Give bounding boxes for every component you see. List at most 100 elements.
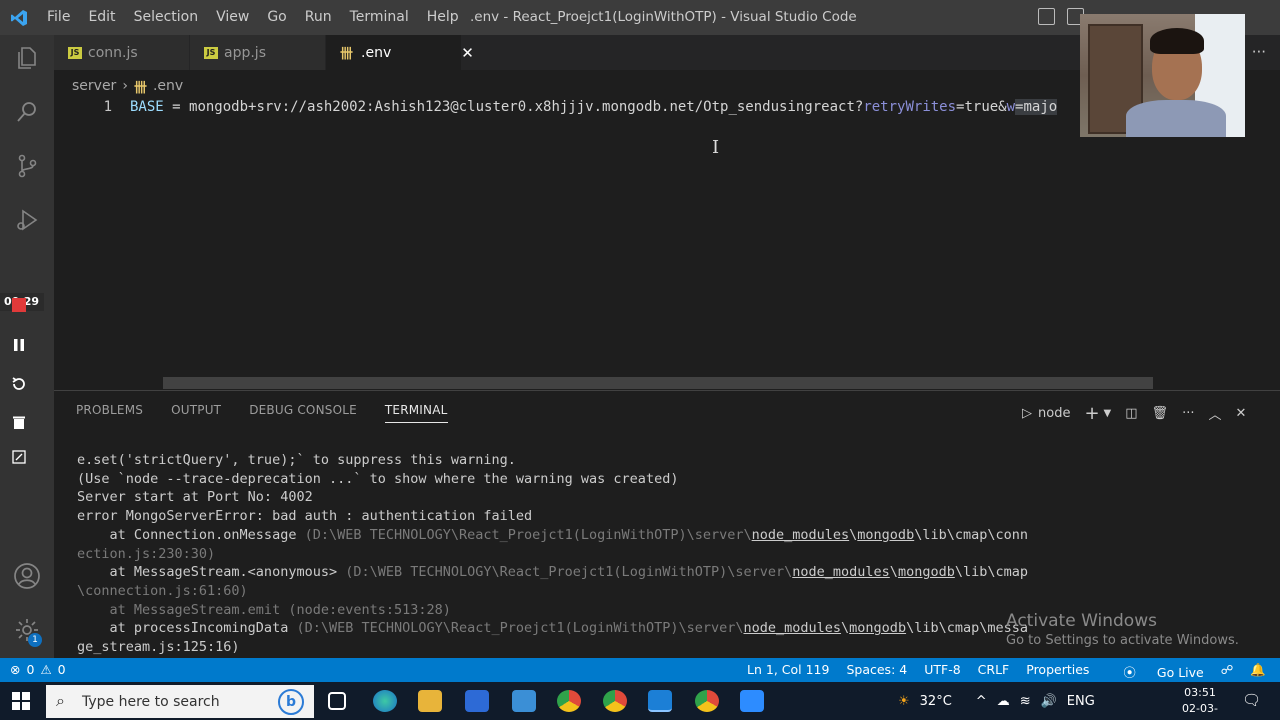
language-mode[interactable]: Properties (1026, 662, 1089, 681)
terminal-line: e.set('strictQuery', true);` to suppress… (77, 452, 516, 468)
explorer-icon[interactable] (12, 43, 42, 73)
windows-start-icon[interactable] (12, 692, 30, 710)
line-ending[interactable]: CRLF (978, 662, 1010, 681)
close-icon[interactable]: ✕ (461, 44, 474, 62)
status-problems[interactable]: ⊗ 0 ⚠ 0 (10, 662, 66, 677)
chevron-down-icon[interactable]: ▼ (1104, 408, 1112, 419)
menu-view[interactable]: View (207, 0, 258, 35)
chevron-right-icon: › (122, 78, 128, 94)
chrome-profile-icon[interactable] (603, 690, 627, 712)
watermark-subtitle: Go to Settings to activate Windows. (1006, 633, 1239, 648)
record-pause-icon[interactable] (8, 334, 30, 356)
menu-edit[interactable]: Edit (79, 0, 124, 35)
env-param-retrywrites: retryWrites (863, 99, 957, 115)
stack-line: \connection.js:61:60) (77, 582, 248, 599)
weather-temp[interactable]: 32°C (920, 694, 952, 709)
toggle-sidebar-icon[interactable] (1038, 8, 1055, 25)
search-placeholder: Type here to search (82, 693, 220, 710)
terminal-output[interactable]: e.set('strictQuery', true);` to suppress… (77, 451, 1077, 657)
breadcrumb-file[interactable]: .env (153, 78, 183, 94)
vscode-screen: File Edit Selection View Go Run Terminal… (0, 0, 1280, 720)
tab-app-js[interactable]: JS app.js (190, 35, 326, 70)
code-editor[interactable]: 1 BASE = mongodb+srv://ash2002:Ashish123… (54, 96, 1280, 389)
kill-terminal-icon[interactable]: 🗑 (1152, 406, 1169, 421)
chrome-window-icon[interactable] (695, 690, 719, 712)
tab-debug-console[interactable]: DEBUG CONSOLE (249, 403, 357, 423)
go-live-label: Go Live (1156, 665, 1204, 680)
menu-selection[interactable]: Selection (125, 0, 208, 35)
env-value: mongodb+srv://ash2002:Ashish123@cluster0… (189, 99, 864, 115)
mail-icon[interactable] (512, 690, 536, 712)
tab-label: .env (361, 44, 392, 61)
source-control-icon[interactable] (12, 151, 42, 181)
taskbar-search-input[interactable]: ⌕ Type here to search b (46, 685, 314, 718)
env-param-w-value: majo (1023, 99, 1058, 115)
indentation[interactable]: Spaces: 4 (846, 662, 907, 681)
maximize-panel-icon[interactable]: ︿ (1208, 404, 1221, 423)
volume-icon[interactable]: 🔊 (1041, 694, 1057, 709)
menu-go[interactable]: Go (258, 0, 295, 35)
microsoft-store-icon[interactable] (465, 690, 489, 712)
cloud-icon: ☁ (996, 693, 1010, 709)
code-line[interactable]: BASE = mongodb+srv://ash2002:Ashish123@c… (130, 99, 1080, 115)
tab-problems[interactable]: PROBLEMS (76, 403, 143, 423)
webcam-person-hair (1150, 28, 1204, 54)
search-icon[interactable] (12, 97, 42, 127)
record-stop-icon[interactable] (8, 294, 30, 316)
record-draw-icon[interactable] (8, 446, 30, 468)
vscode-taskbar-icon[interactable] (648, 690, 672, 712)
more-actions-icon[interactable]: ··· (1182, 406, 1194, 421)
zoom-icon[interactable] (740, 690, 764, 712)
tab-conn-js[interactable]: JS conn.js (54, 35, 190, 70)
menu-terminal[interactable]: Terminal (341, 0, 418, 35)
menu-file[interactable]: File (38, 0, 79, 35)
menu-help[interactable]: Help (418, 0, 468, 35)
notifications-bell-icon[interactable]: 🔔 (1250, 662, 1266, 681)
tab-label: conn.js (88, 44, 138, 61)
stack-line: at Connection.onMessage (D:\WEB TECHNOLO… (77, 526, 1029, 543)
taskbar-clock[interactable]: 03:51 02-03-2023 (1170, 685, 1230, 720)
split-terminal-icon[interactable]: ◫ (1125, 406, 1137, 421)
warning-count: 0 (57, 662, 66, 677)
menu-run[interactable]: Run (296, 0, 341, 35)
terminal-name[interactable]: node (1038, 406, 1070, 421)
error-count: 0 (26, 662, 35, 677)
account-icon[interactable] (12, 561, 42, 591)
settings-update-badge: 1 (28, 633, 42, 647)
panel-actions: ▷ node + ▼ ◫ 🗑 ··· ︿ ✕ (1022, 403, 1246, 424)
stack-line: at processIncomingData (D:\WEB TECHNOLOG… (77, 620, 1029, 637)
clock-date: 02-03-2023 (1182, 702, 1218, 720)
feedback-icon[interactable]: ☍ (1221, 662, 1234, 681)
record-restart-icon[interactable] (8, 373, 30, 395)
file-explorer-icon[interactable] (418, 690, 442, 712)
close-icon[interactable]: ✕ (1235, 406, 1246, 421)
breadcrumb-folder[interactable]: server (72, 78, 116, 94)
edge-browser-icon[interactable] (373, 690, 397, 712)
mouse-ibeam-cursor: I (712, 137, 720, 158)
error-icon: ⊗ (10, 662, 21, 677)
bottom-panel: PROBLEMS OUTPUT DEBUG CONSOLE TERMINAL ▷… (54, 390, 1280, 658)
chrome-icon[interactable] (557, 690, 581, 712)
tab-env[interactable]: 卌 .env ✕ (326, 35, 474, 70)
more-actions-icon[interactable]: ··· (1252, 43, 1266, 61)
wifi-icon[interactable]: ≋ (1020, 694, 1031, 709)
language-indicator[interactable]: ENG (1067, 694, 1095, 709)
layout-controls (1038, 8, 1084, 25)
cursor-position[interactable]: Ln 1, Col 119 (747, 662, 829, 681)
window-title: .env - React_Proejct1(LoginWithOTP) - Vi… (470, 9, 857, 25)
bing-icon[interactable]: b (278, 689, 304, 715)
chevron-up-icon[interactable]: ^ (976, 694, 987, 709)
run-debug-icon[interactable] (12, 205, 42, 235)
js-file-icon: JS (204, 46, 218, 59)
task-view-icon[interactable] (328, 692, 346, 710)
new-terminal-icon[interactable]: + (1084, 403, 1099, 424)
stack-line: ge_stream.js:125:16) (77, 639, 240, 656)
tab-terminal[interactable]: TERMINAL (384, 403, 448, 423)
go-live-button[interactable]: ⦿ Go Live (1106, 662, 1203, 681)
file-encoding[interactable]: UTF-8 (924, 662, 960, 681)
record-delete-icon[interactable] (8, 411, 30, 433)
tab-output[interactable]: OUTPUT (171, 403, 221, 423)
horizontal-scrollbar[interactable] (163, 377, 1153, 389)
windows-taskbar: ⌕ Type here to search b ☀ 32°C ^ ☁ ≋ 🔊 E… (0, 682, 1280, 720)
notification-center-icon[interactable]: 🗨 (1242, 691, 1261, 709)
